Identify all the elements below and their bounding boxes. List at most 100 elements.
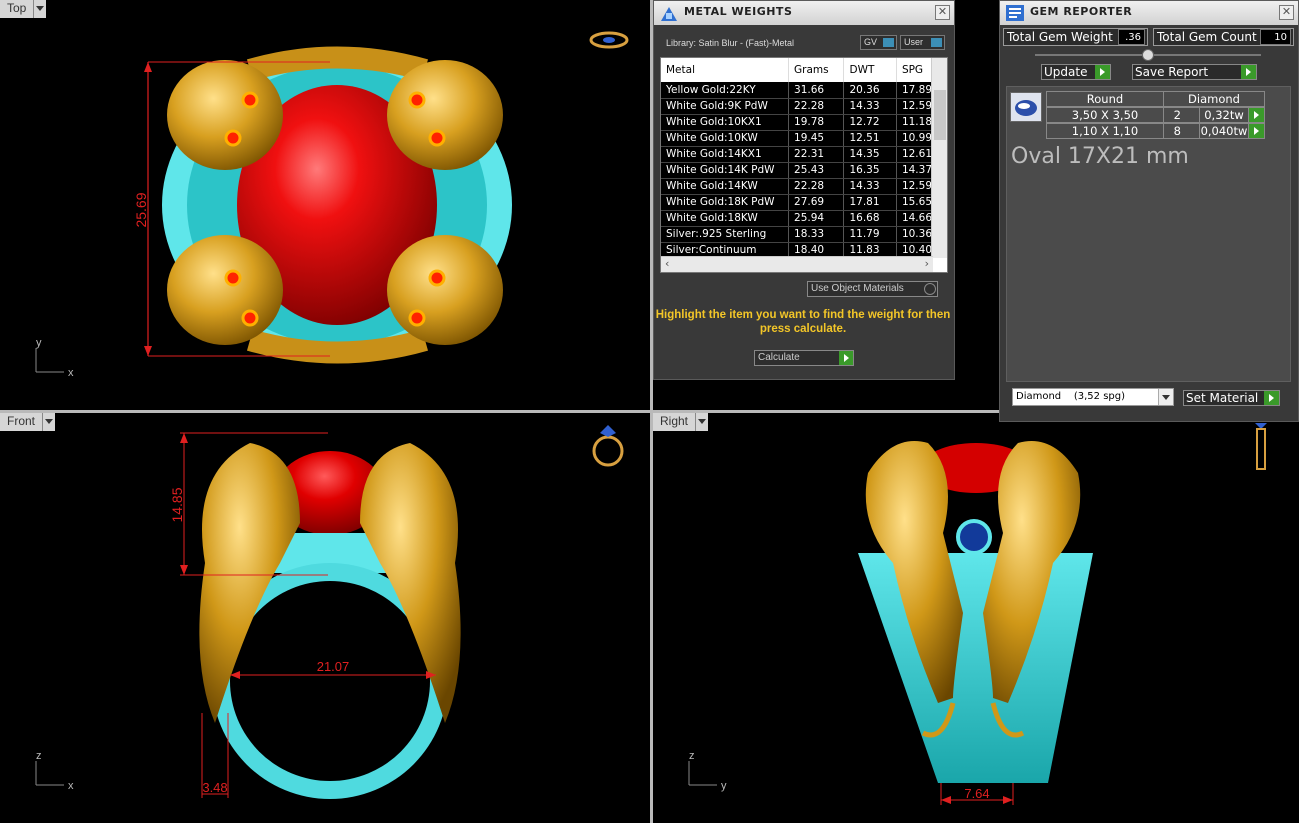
- gem-reporter-titlebar[interactable]: GEM REPORTER ✕: [1000, 1, 1298, 25]
- table-cell: Yellow Gold:22KY: [661, 82, 790, 99]
- gem-row-1-select-button[interactable]: [1249, 123, 1265, 139]
- dimension-height-top: 25.69: [133, 192, 149, 227]
- table-row[interactable]: Yellow Gold:22KY 31.66 20.36 17.89: [661, 82, 934, 99]
- ring-right-render: 7.64: [688, 423, 1267, 805]
- gem-row-1-weight: 0,040tw: [1199, 123, 1249, 139]
- table-header: Metal Grams DWT SPG: [661, 58, 934, 82]
- center-stone-label: Oval 17X21 mm: [1011, 144, 1189, 169]
- table-cell: 22.28: [788, 178, 845, 195]
- table-cell: 12.61: [896, 146, 934, 163]
- column-header-spg[interactable]: SPG: [896, 58, 934, 82]
- axis-label-y: y: [36, 337, 42, 349]
- save-report-label: Save Report: [1135, 65, 1209, 79]
- table-cell: 12.72: [843, 114, 897, 131]
- viewport-front[interactable]: Front 14.85 21.07 3.48 z x: [0, 413, 650, 823]
- viewport-right[interactable]: Right 7.64 z y: [653, 413, 1299, 823]
- chevron-down-icon[interactable]: [43, 413, 56, 431]
- play-icon: [1241, 65, 1256, 79]
- table-row[interactable]: White Gold:9K PdW 22.28 14.33 12.59: [661, 98, 934, 115]
- table-cell: White Gold:9K PdW: [661, 98, 790, 115]
- gem-row-0-count: 2: [1163, 107, 1200, 123]
- table-cell: 16.68: [843, 210, 897, 227]
- column-header-metal[interactable]: Metal: [661, 58, 790, 82]
- axis-label-z: z: [36, 750, 42, 762]
- save-report-button[interactable]: Save Report: [1132, 64, 1257, 80]
- calculate-button[interactable]: Calculate: [754, 350, 854, 366]
- metal-weights-icon: [661, 7, 677, 21]
- update-button[interactable]: Update: [1041, 64, 1111, 80]
- viewport-front-label[interactable]: Front: [0, 413, 56, 431]
- table-cell: Silver:.925 Sterling: [661, 226, 790, 243]
- axis-label-x: x: [68, 780, 74, 792]
- scroll-right-icon[interactable]: ›: [925, 257, 929, 270]
- table-cell: 14.37: [896, 162, 934, 179]
- table-cell: 17.81: [843, 194, 897, 211]
- set-material-button[interactable]: Set Material: [1183, 390, 1280, 406]
- user-toggle[interactable]: User: [900, 35, 945, 50]
- table-cell: 25.94: [788, 210, 845, 227]
- vertical-scrollbar[interactable]: [931, 58, 947, 258]
- gem-row-0-size: 3,50 X 3,50: [1046, 107, 1164, 123]
- table-row[interactable]: White Gold:18KW 25.94 16.68 14.66: [661, 210, 934, 227]
- table-cell: 12.59: [896, 98, 934, 115]
- use-object-materials-toggle[interactable]: Use Object Materials: [807, 281, 938, 297]
- close-icon[interactable]: ✕: [935, 5, 950, 20]
- table-row[interactable]: Silver:.925 Sterling 18.33 11.79 10.36: [661, 226, 934, 243]
- dimension-inner-diameter: 21.07: [317, 659, 350, 674]
- viewport-top-label[interactable]: Top: [0, 0, 47, 18]
- set-material-label: Set Material: [1186, 391, 1259, 405]
- close-icon[interactable]: ✕: [1279, 5, 1294, 20]
- material-select-value: Diamond (3,52 spg): [1016, 391, 1126, 402]
- gem-row-0-select-button[interactable]: [1249, 107, 1265, 123]
- gem-row-1-size: 1,10 X 1,10: [1046, 123, 1164, 139]
- table-cell: 14.33: [843, 98, 897, 115]
- total-gem-count-value: 10: [1260, 29, 1291, 45]
- table-row[interactable]: White Gold:10KW 19.45 12.51 10.99: [661, 130, 934, 147]
- table-cell: White Gold:10KX1: [661, 114, 790, 131]
- table-cell: 10.99: [896, 130, 934, 147]
- table-cell: White Gold:14K PdW: [661, 162, 790, 179]
- metal-table[interactable]: Metal Grams DWT SPG Yellow Gold:22KY 31.6…: [660, 57, 948, 273]
- chevron-down-icon[interactable]: [34, 0, 47, 18]
- metal-weights-titlebar[interactable]: METAL WEIGHTS ✕: [654, 1, 954, 25]
- column-header-dwt[interactable]: DWT: [843, 58, 897, 82]
- column-header-grams[interactable]: Grams: [788, 58, 845, 82]
- table-cell: 18.33: [788, 226, 845, 243]
- table-cell: 19.45: [788, 130, 845, 147]
- table-cell: 22.31: [788, 146, 845, 163]
- table-row[interactable]: White Gold:14KW 22.28 14.33 12.59: [661, 178, 934, 195]
- chevron-down-icon[interactable]: [696, 413, 709, 431]
- gv-label: GV: [864, 37, 878, 47]
- axis-label-y: y: [721, 780, 727, 792]
- user-label: User: [904, 37, 924, 47]
- horizontal-scrollbar[interactable]: ‹ ›: [661, 256, 933, 272]
- table-row[interactable]: White Gold:14KX1 22.31 14.35 12.61: [661, 146, 934, 163]
- gem-reporter-icon: [1006, 5, 1024, 21]
- viewport-top[interactable]: Top 25.69 y x: [0, 0, 650, 410]
- viewport-right-label[interactable]: Right: [653, 413, 709, 431]
- table-cell: 14.33: [843, 178, 897, 195]
- table-cell: 12.51: [843, 130, 897, 147]
- gem-row-1-count: 8: [1163, 123, 1200, 139]
- table-cell: White Gold:18KW: [661, 210, 790, 227]
- table-row[interactable]: White Gold:18K PdW 27.69 17.81 15.65: [661, 194, 934, 211]
- table-row[interactable]: White Gold:10KX1 19.78 12.72 11.18: [661, 114, 934, 131]
- play-icon: [1249, 124, 1264, 138]
- viewport-top-name: Top: [0, 0, 35, 18]
- radio-icon: [924, 283, 936, 295]
- table-row[interactable]: White Gold:14K PdW 25.43 16.35 14.37: [661, 162, 934, 179]
- viewport-right-name: Right: [653, 413, 697, 431]
- round-gem-icon[interactable]: [1010, 92, 1042, 122]
- material-select[interactable]: Diamond (3,52 spg): [1012, 388, 1174, 406]
- material-header: Diamond: [1163, 91, 1265, 107]
- gem-reporter-title: GEM REPORTER: [1030, 5, 1133, 18]
- gv-toggle[interactable]: GV: [860, 35, 897, 50]
- metal-weights-title: METAL WEIGHTS: [684, 5, 793, 18]
- play-icon: [1264, 391, 1279, 405]
- table-cell: 12.59: [896, 178, 934, 195]
- gem-slider-handle[interactable]: [1142, 49, 1154, 61]
- scroll-left-icon[interactable]: ‹: [665, 257, 669, 270]
- use-object-materials-label: Use Object Materials: [811, 283, 904, 294]
- table-cell: White Gold:14KX1: [661, 146, 790, 163]
- chevron-down-icon[interactable]: [1158, 389, 1173, 405]
